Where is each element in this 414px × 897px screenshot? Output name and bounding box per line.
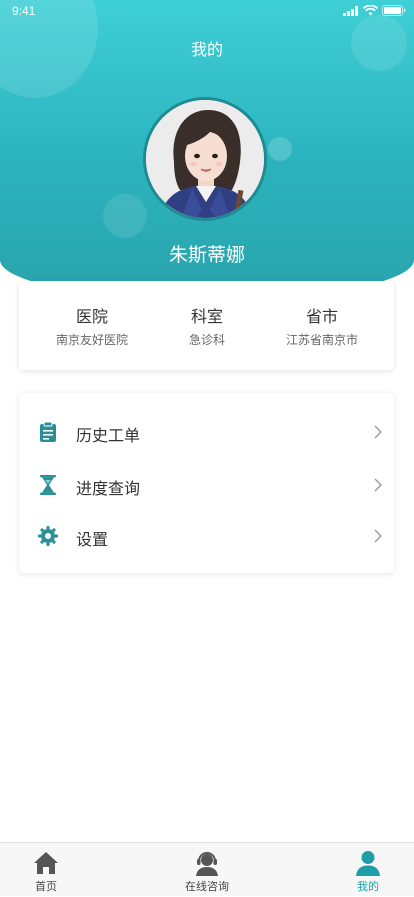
decorative-bubble — [268, 137, 292, 161]
tab-label: 在线咨询 — [185, 880, 229, 893]
menu-item-history-orders[interactable]: 历史工单 — [19, 408, 394, 456]
info-value: 南京友好医院 — [55, 333, 128, 347]
wifi-icon — [363, 5, 378, 16]
hourglass-icon — [40, 475, 56, 495]
status-bar: 9:41 — [0, 0, 414, 22]
tab-online-consult[interactable]: 在线咨询 — [152, 843, 262, 897]
info-label: 医院 — [75, 307, 108, 326]
bottom-tab-bar: 首页 在线咨询 我的 — [0, 842, 414, 896]
menu-item-label: 进度查询 — [76, 479, 141, 498]
page-title: 我的 — [190, 40, 223, 59]
info-label: 省市 — [305, 307, 338, 326]
decorative-bubble — [103, 194, 147, 238]
avatar[interactable] — [143, 97, 267, 221]
tab-mine[interactable]: 我的 — [313, 843, 414, 897]
headset-icon — [196, 852, 218, 876]
tab-label: 首页 — [35, 880, 57, 893]
chevron-right-icon — [374, 529, 382, 543]
home-icon — [34, 852, 58, 874]
tab-home[interactable]: 首页 — [0, 843, 101, 897]
menu-item-label: 设置 — [76, 530, 109, 549]
person-icon — [356, 851, 380, 876]
status-icons — [343, 5, 406, 16]
menu-item-settings[interactable]: 设置 — [19, 512, 394, 560]
info-province-city: 省市 江苏省南京市 — [267, 281, 377, 370]
clipboard-icon — [40, 421, 56, 442]
chevron-right-icon — [374, 425, 382, 439]
battery-icon — [382, 5, 406, 16]
chevron-right-icon — [374, 478, 382, 492]
info-department: 科室 急诊科 — [154, 281, 260, 370]
tab-label: 我的 — [357, 880, 379, 893]
signal-icon — [343, 5, 358, 16]
info-hospital: 医院 南京友好医院 — [39, 281, 145, 370]
info-value: 江苏省南京市 — [285, 333, 358, 347]
menu-item-progress-query[interactable]: 进度查询 — [19, 461, 394, 509]
info-card: 医院 南京友好医院 科室 急诊科 省市 江苏省南京市 — [19, 281, 394, 370]
info-label: 科室 — [190, 307, 223, 326]
user-name: 朱斯蒂娜 — [168, 244, 245, 266]
avatar-illustration — [146, 100, 264, 218]
info-value: 急诊科 — [188, 333, 225, 347]
menu-item-label: 历史工单 — [76, 426, 141, 445]
status-time: 9:41 — [12, 4, 36, 18]
gear-icon — [38, 526, 58, 546]
menu-card: 历史工单 进度查询 设置 — [19, 393, 394, 573]
